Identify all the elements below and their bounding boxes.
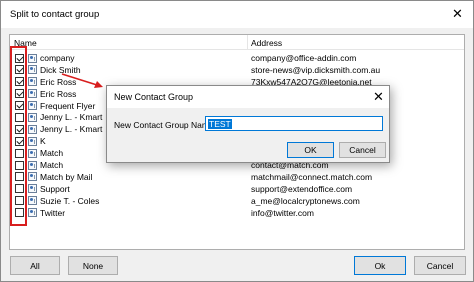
contact-address: store-news@vip.dicksmith.com.au [251,64,381,75]
contact-card-icon [28,172,37,182]
column-header-address[interactable]: Address [251,38,282,48]
contact-name: company [40,53,75,63]
contact-card-icon [28,208,37,218]
contact-row[interactable]: Dick Smith store-news@vip.dicksmith.com.a… [10,64,464,76]
contact-card-icon [28,53,37,63]
contact-card-icon [28,136,37,146]
contact-row[interactable]: Suzie T. - Coles a_me@localcryptonews.com [10,195,464,207]
contact-card-icon [28,112,37,122]
contact-card-icon [28,196,37,206]
ok-button[interactable]: Ok [354,256,406,275]
column-divider[interactable] [247,35,248,50]
contact-card-icon [28,65,37,75]
new-contact-group-dialog: New Contact Group ✕ New Contact Group Na… [106,85,390,163]
contact-address: matchmail@connect.match.com [251,171,373,182]
contact-name: Jenny L. - Kmart [40,124,103,135]
contact-name: Dick Smith [40,64,81,75]
contact-row[interactable]: Match by Mail matchmail@connect.match.com [10,171,464,183]
contact-card-icon [28,101,37,111]
main-titlebar: Split to contact group ✕ [1,1,473,28]
contact-name: Support [40,183,70,194]
contact-name: Suzie T. - Coles [40,195,100,206]
group-name-label: New Contact Group Name: [114,120,217,130]
contact-row[interactable]: Twitter info@twitter.com [10,207,464,219]
dialog-ok-button[interactable]: OK [287,142,334,158]
contact-name: Eric Ross [40,76,77,87]
contact-card-icon [28,184,37,194]
contact-address: info@twitter.com [251,207,314,218]
group-name-input[interactable]: TEST [205,116,383,131]
contact-card-icon [28,89,37,99]
contact-name: Frequent Flyer [40,100,96,111]
contact-row[interactable]: Support support@extendoffice.com [10,183,464,195]
contact-name: Eric Ross [40,88,77,99]
contact-name: Match [40,148,64,159]
close-icon[interactable]: ✕ [452,7,463,20]
contact-card-icon [28,160,37,170]
contact-name: K [40,136,46,147]
contact-card-icon [28,77,37,87]
dialog-close-icon[interactable]: ✕ [373,90,384,103]
contact-name: Twitter [40,207,66,218]
contact-address: support@extendoffice.com [251,183,353,194]
contact-name: Jenny L. - Kmart [40,112,103,123]
select-none-button[interactable]: None [68,256,118,275]
list-header: Name Address [10,35,464,50]
contact-address: company@office-addin.com [251,53,357,63]
dialog-cancel-button[interactable]: Cancel [339,142,386,158]
window-title: Split to contact group [10,9,100,20]
contact-name: Match [40,160,64,171]
select-all-button[interactable]: All [10,256,60,275]
contact-row[interactable]: company company@office-addin.com [10,52,464,64]
checkbox-highlight-box [10,46,27,226]
contact-card-icon [28,124,37,134]
contact-card-icon [28,148,37,158]
group-name-value: TEST [208,118,232,129]
dialog-title: New Contact Group [114,92,194,102]
dialog-titlebar: New Contact Group ✕ [107,86,389,108]
cancel-button[interactable]: Cancel [414,256,466,275]
contact-name: Match by Mail [40,171,93,182]
contact-address: a_me@localcryptonews.com [251,195,360,206]
